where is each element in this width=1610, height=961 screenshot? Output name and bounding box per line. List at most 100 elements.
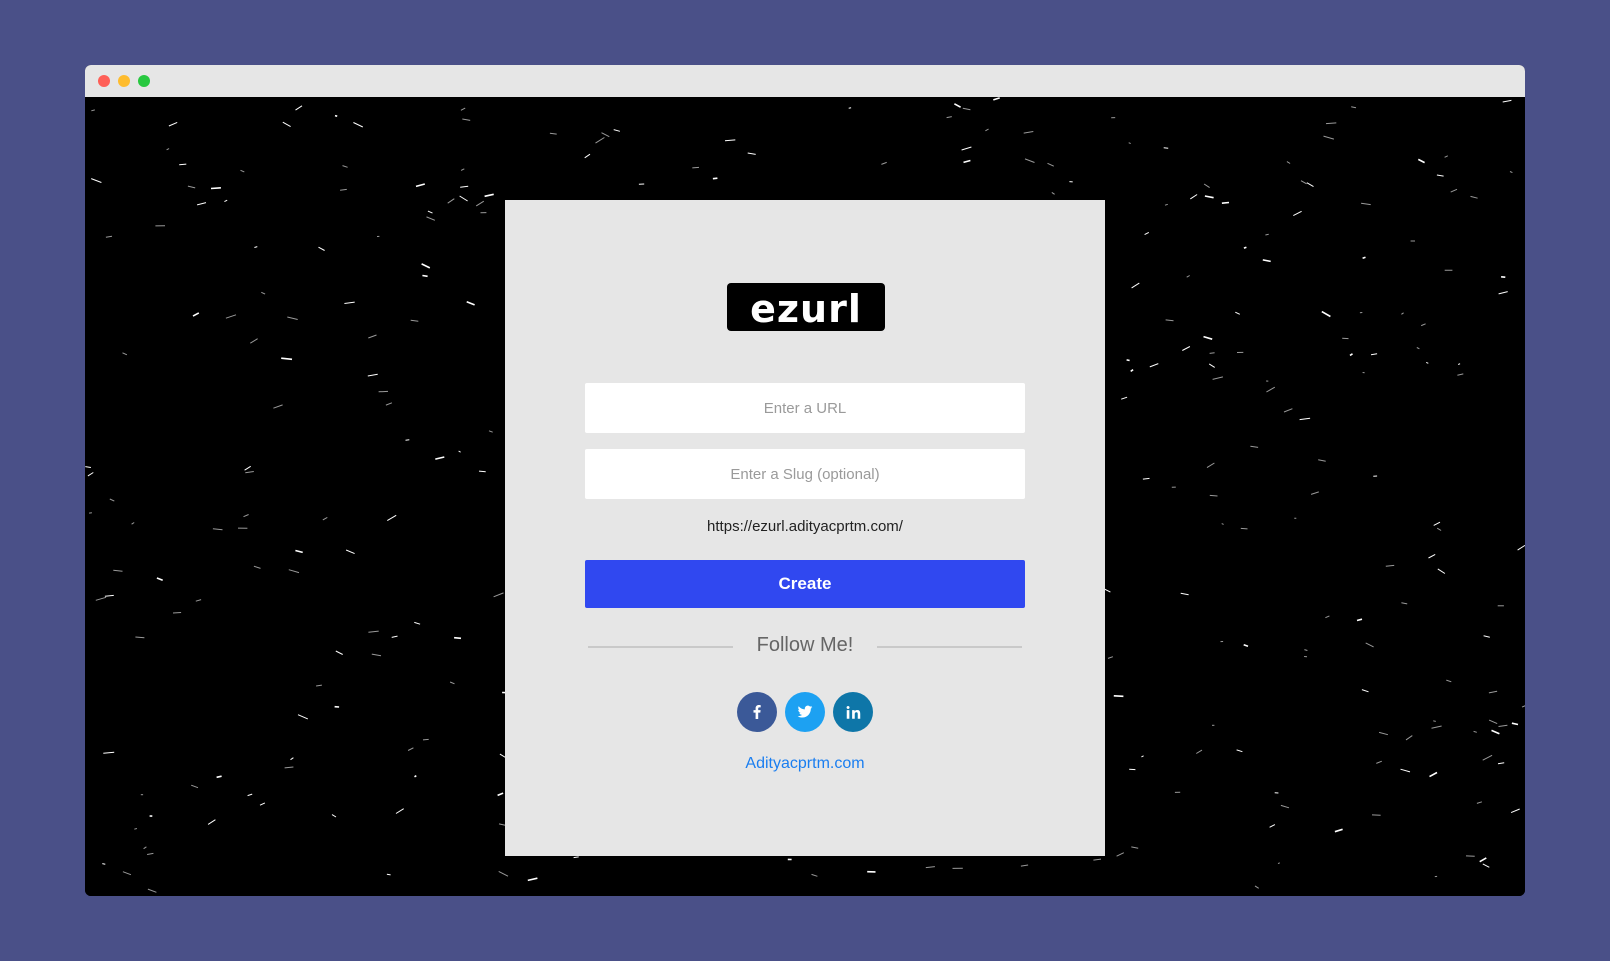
star-streak [340,188,347,191]
star-streak [1221,523,1224,525]
star-streak [210,187,221,190]
star-streak [925,866,935,869]
star-streak [1221,201,1230,204]
star-streak [344,301,355,304]
star-streak [1299,417,1311,421]
star-streak [1023,131,1034,134]
browser-window: ezurl https://ezurl.adityacprtm.com/ Cre… [85,65,1525,896]
divider-right [877,646,1022,648]
star-streak [407,747,414,751]
create-button[interactable]: Create [585,560,1025,608]
star-streak [954,103,961,108]
star-streak [1473,730,1477,733]
star-streak [168,121,178,127]
star-streak [1502,99,1512,103]
star-streak [1182,346,1191,351]
star-streak [1047,162,1055,167]
star-streak [613,129,621,132]
linkedin-button[interactable] [833,692,873,732]
star-streak [367,373,378,377]
star-streak [179,163,187,166]
star-streak [1209,352,1215,354]
star-streak [1488,690,1498,694]
star-streak [1385,564,1395,567]
slug-input[interactable] [585,449,1025,499]
star-streak [961,146,972,151]
star-streak [345,549,355,555]
star-streak [91,109,95,112]
star-streak [1243,246,1247,249]
star-streak [1429,771,1438,778]
star-streak [273,404,283,409]
star-streak [712,177,718,180]
star-streak [1378,731,1389,736]
url-input[interactable] [585,383,1025,433]
star-streak [1446,679,1452,683]
star-streak [247,793,253,797]
star-streak [1203,335,1213,340]
star-streak [985,128,989,132]
star-streak [250,338,258,344]
maximize-window-button[interactable] [138,75,150,87]
twitter-button[interactable] [785,692,825,732]
star-streak [1128,142,1131,145]
star-streak [85,466,91,468]
close-window-button[interactable] [98,75,110,87]
star-streak [371,653,382,657]
star-streak [1164,203,1168,206]
star-streak [1510,808,1520,814]
star-streak [1476,801,1483,804]
star-streak [1365,642,1374,648]
star-streak [1370,353,1378,356]
page-viewport: ezurl https://ezurl.adityacprtm.com/ Cre… [85,97,1525,896]
star-streak [458,450,461,453]
star-streak [172,612,182,614]
star-streak [1356,618,1363,622]
window-titlebar [85,65,1525,97]
star-streak [1107,656,1114,659]
website-link[interactable]: Adityacprtm.com [685,755,925,773]
star-streak [1149,363,1159,368]
minimize-window-button[interactable] [118,75,130,87]
star-streak [225,314,237,319]
star-streak [1020,864,1029,867]
star-streak [216,775,222,779]
star-streak [1376,760,1382,764]
star-streak [1209,494,1218,497]
star-streak [109,498,115,502]
star-streak [135,636,145,639]
star-streak [435,456,445,460]
star-streak [1498,724,1508,727]
star-streak [240,169,245,173]
star-streak [1511,722,1519,726]
star-streak [1208,363,1215,368]
star-streak [963,159,971,164]
star-streak [334,114,338,117]
star-streak [166,148,170,151]
star-streak [692,166,700,169]
star-streak [1509,171,1513,174]
star-streak [103,751,115,754]
star-streak [207,819,216,825]
ezurl-logo: ezurl [727,283,885,331]
star-streak [131,522,135,525]
facebook-button[interactable] [737,692,777,732]
star-streak [1362,256,1366,260]
star-streak [1457,373,1464,376]
star-streak [368,334,377,339]
star-streak [1093,858,1102,861]
star-streak [212,528,223,531]
star-streak [1321,310,1331,318]
star-streak [385,402,393,406]
star-streak [105,235,113,238]
star-streak [1262,259,1271,263]
star-streak [386,873,391,876]
star-streak [488,430,493,433]
star-streak [102,863,106,865]
star-streak [1349,353,1353,357]
star-streak [282,121,291,128]
url-prefix-text: https://ezurl.adityacprtm.com/ [707,518,903,535]
star-streak [1163,147,1169,149]
star-streak [1141,755,1144,758]
star-streak [244,465,251,471]
